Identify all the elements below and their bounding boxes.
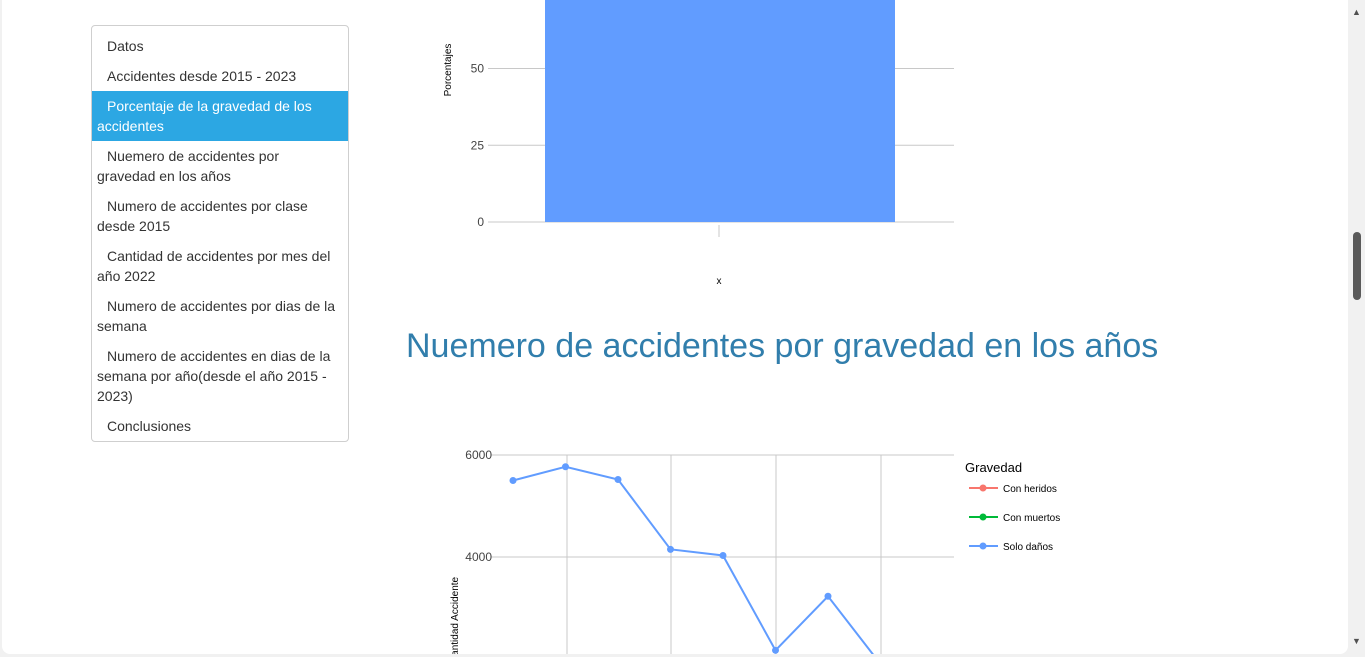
series-point xyxy=(562,463,569,471)
bar-chart-y-axis-label: Porcentajes xyxy=(443,44,454,97)
legend-key-point xyxy=(979,542,987,550)
series-point xyxy=(667,545,674,553)
legend-title: Gravedad xyxy=(965,460,1022,475)
legend-entry: Con heridos xyxy=(1003,484,1057,495)
legend-key-point xyxy=(979,484,987,492)
scroll-up-icon[interactable]: ▲ xyxy=(1351,7,1362,17)
series-point xyxy=(509,477,517,484)
bar-y-tick-label: 0 xyxy=(477,215,484,229)
bar-chart-bars xyxy=(545,0,895,222)
line-chart-legend: Gravedad Con heridos Con muertos Solo daño… xyxy=(965,460,1060,553)
series-point xyxy=(719,551,727,559)
scroll-down-icon[interactable]: ▼ xyxy=(1351,636,1362,646)
section-title: Nuemero de accidentes por gravedad en lo… xyxy=(406,327,1159,365)
percentage-bar-chart: 0 25 50 Porcentajes x xyxy=(443,0,954,287)
sidebar-item-dias-semana-anio[interactable]: Numero de accidentes en dias de la seman… xyxy=(92,341,348,411)
line-chart-ticks: 4000 6000 xyxy=(465,448,492,564)
page: Datos Accidentes desde 2015 - 2023 Porce… xyxy=(2,0,1348,654)
line-y-tick-label: 4000 xyxy=(465,550,492,564)
sidebar-item-label: Numero de accidentes en dias de la seman… xyxy=(97,348,331,404)
scroll-thumb[interactable] xyxy=(1353,232,1361,300)
bar-chart-x-axis-label: x xyxy=(717,276,722,287)
line-y-tick-label: 6000 xyxy=(465,448,492,462)
sidebar-item-label: Numero de accidentes por dias de la sema… xyxy=(97,298,336,334)
bar-y-tick-label: 25 xyxy=(471,138,485,152)
line-chart-y-axis-label: Cantidad Accidente xyxy=(450,576,461,654)
line-chart-series xyxy=(509,463,874,654)
legend-entry: Con muertos xyxy=(1003,513,1060,524)
gravedad-line-chart: 4000 6000 Cantidad Accidente Gravedad Con… xyxy=(450,448,1060,654)
series-line xyxy=(512,465,874,654)
legend-entry: Solo daños xyxy=(1003,542,1053,553)
series-point xyxy=(824,592,832,600)
series-point xyxy=(772,646,779,654)
series-point xyxy=(614,475,622,483)
bar-y-tick-label: 50 xyxy=(471,62,485,76)
vertical-scrollbar[interactable]: ▲ ▼ xyxy=(1348,0,1365,657)
bar xyxy=(545,0,895,222)
legend-key-point xyxy=(979,513,987,521)
